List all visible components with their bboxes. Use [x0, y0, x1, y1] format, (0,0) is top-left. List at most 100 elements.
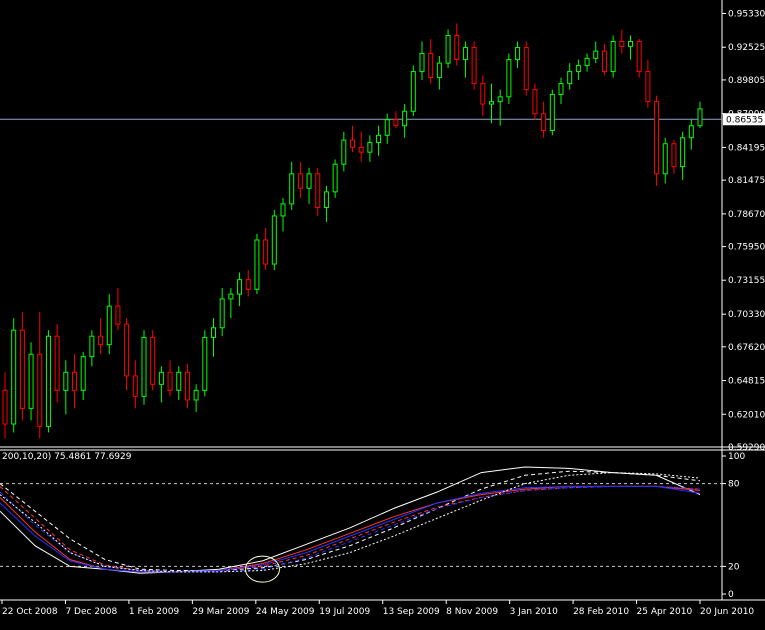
- candle-body: [367, 142, 373, 153]
- time-tick-label: 28 Feb 2010: [573, 607, 629, 617]
- candle-body: [228, 293, 234, 300]
- candle-body: [471, 47, 477, 85]
- candle-body: [523, 47, 529, 91]
- candle-body: [636, 41, 642, 73]
- candle-body: [358, 146, 364, 153]
- current-price-label: 0.86535: [726, 115, 763, 125]
- candle-body: [19, 329, 25, 409]
- candle-body: [237, 279, 243, 295]
- candle-body: [150, 336, 156, 385]
- osc-tick-label: 20: [728, 562, 740, 572]
- candle-body: [28, 353, 34, 409]
- candle-body: [193, 389, 199, 401]
- price-axis: 0.953300.925250.898050.870000.841950.814…: [722, 9, 765, 453]
- candle-body: [506, 59, 512, 98]
- oscillator-pane: [0, 483, 722, 567]
- candle-body: [315, 173, 321, 209]
- candle-body: [454, 34, 460, 61]
- price-tick-label: 0.89805: [728, 76, 765, 86]
- candle-body: [54, 335, 60, 391]
- candle-body: [211, 327, 216, 338]
- candle-body: [515, 47, 521, 61]
- candle-body: [219, 298, 225, 329]
- price-tick-label: 0.64815: [728, 377, 765, 387]
- osc-tick-label: 100: [728, 452, 745, 462]
- price-tick-label: 0.95330: [728, 9, 765, 19]
- candle-body: [184, 371, 190, 401]
- oscillator-lines: [0, 466, 701, 583]
- time-tick-label: 1 Feb 2009: [129, 607, 180, 617]
- price-tick-label: 0.84195: [728, 143, 765, 153]
- candle-body: [341, 139, 347, 165]
- time-tick-label: 3 Jan 2010: [510, 607, 558, 617]
- candle-body: [176, 371, 182, 391]
- time-tick-label: 24 May 2009: [256, 607, 315, 617]
- candle-body: [202, 336, 208, 391]
- candle-body: [289, 173, 295, 205]
- candle-body: [628, 41, 633, 47]
- candle-body: [410, 71, 416, 112]
- time-tick-label: 25 Apr 2010: [637, 607, 693, 617]
- time-tick-label: 19 Jul 2009: [319, 607, 370, 617]
- candle-body: [541, 113, 547, 132]
- candle-body: [376, 134, 382, 144]
- candle-body: [697, 108, 703, 127]
- candle-body: [37, 353, 43, 427]
- candle-body: [645, 71, 651, 103]
- candle-body: [688, 125, 694, 139]
- candle-body: [141, 336, 147, 397]
- candle-body: [158, 371, 164, 385]
- time-tick-label: 20 Jun 2010: [700, 607, 754, 617]
- candle-body: [654, 101, 660, 175]
- candle-body: [393, 119, 399, 127]
- candle-body: [558, 83, 564, 95]
- candle-body: [271, 215, 277, 265]
- candle-body: [167, 371, 173, 391]
- oscillator-series-line: [0, 466, 701, 574]
- candle-body: [350, 139, 355, 148]
- candle-body: [436, 62, 442, 79]
- candle-body: [98, 335, 104, 346]
- price-tick-label: 0.67620: [728, 343, 765, 353]
- indicator-label: 200,10,20) 75.4861 77.6929: [2, 452, 132, 462]
- candle-body: [532, 89, 538, 115]
- price-candles: [2, 23, 703, 439]
- candle-body: [680, 137, 686, 168]
- candle-body: [245, 279, 251, 290]
- candle-body: [462, 47, 468, 61]
- candle-body: [106, 305, 112, 346]
- price-tick-label: 0.81475: [728, 176, 765, 186]
- time-tick-label: 22 Oct 2008: [2, 607, 58, 617]
- candle-body: [671, 143, 677, 168]
- price-tick-label: 0.70330: [728, 310, 765, 320]
- candle-body: [445, 34, 451, 64]
- candle-body: [132, 375, 138, 397]
- candle-body: [2, 389, 8, 425]
- candle-body: [297, 173, 303, 189]
- price-tick-label: 0.78670: [728, 210, 765, 220]
- candle-body: [263, 239, 269, 265]
- candle-body: [89, 335, 95, 358]
- candle-body: [428, 53, 434, 79]
- candle-body: [63, 371, 69, 391]
- candle-body: [384, 119, 390, 136]
- candle-body: [124, 323, 130, 377]
- candle-body: [619, 41, 625, 47]
- price-tick-label: 0.62010: [728, 410, 765, 420]
- candle-body: [80, 356, 86, 391]
- candle-body: [601, 50, 607, 73]
- time-axis: 22 Oct 2008 7 Dec 2008 1 Feb 2009 29 Mar 20…: [1, 600, 754, 617]
- price-tick-label: 0.75950: [728, 243, 765, 253]
- candle-body: [11, 329, 17, 425]
- time-tick-label: 29 Mar 2009: [192, 607, 249, 617]
- candle-body: [567, 71, 573, 85]
- candle-body: [549, 93, 555, 132]
- candle-body: [610, 41, 616, 73]
- candle-body: [402, 110, 408, 127]
- candle-body: [584, 57, 590, 67]
- candle-body: [280, 203, 286, 217]
- candle-body: [323, 191, 329, 209]
- osc-tick-label: 80: [728, 480, 740, 490]
- candle-body: [254, 239, 260, 290]
- time-tick-label: 7 Dec 2008: [65, 607, 117, 617]
